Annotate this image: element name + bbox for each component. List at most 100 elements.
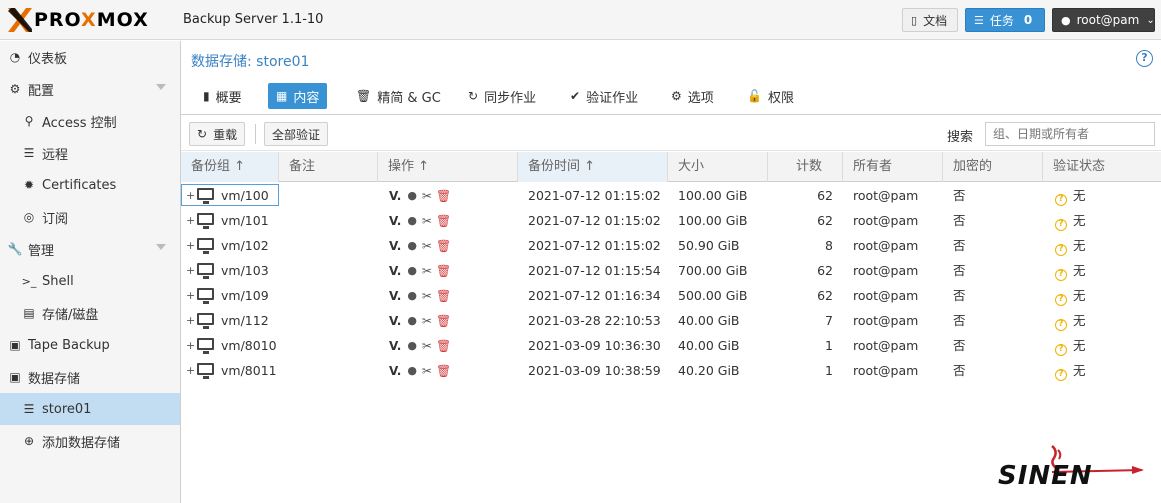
question-icon: ? [1055,269,1067,281]
th-icon: ▦ [276,89,288,103]
col-owner[interactable]: 所有者 [843,152,943,182]
sidebar-item-certificates[interactable]: ✹ Certificates [0,169,180,201]
tab-content[interactable]: ▦ 内容 [268,83,328,109]
verify-action-icon[interactable]: V. [389,364,401,378]
sidebar-item-subscription[interactable]: ◎ 订阅 [0,201,180,233]
sidebar-item-add-datastore[interactable]: ⊕ 添加数据存储 [0,425,180,457]
delete-trash-icon[interactable]: 🗑 [436,289,451,303]
prune-scissors-icon[interactable]: ✂ [422,289,432,303]
table-row[interactable]: + vm/102 V. ● ✂ 🗑 2021-07-12 01:15:02 50.90 GiB… [181,233,1161,258]
col-size[interactable]: 大小 [668,152,768,182]
prune-scissors-icon[interactable]: ✂ [422,189,432,203]
sidebar-item-dashboard[interactable]: ◔ 仪表板 [0,41,180,73]
question-icon: ? [1055,344,1067,356]
table-row[interactable]: + vm/100 V. ● ✂ 🗑 2021-07-12 01:15:02 100.00 Gi… [181,183,1161,208]
delete-trash-icon[interactable]: 🗑 [436,364,451,378]
prune-scissors-icon[interactable]: ✂ [422,339,432,353]
collapse-icon[interactable] [156,244,166,250]
monitor-icon [197,263,214,279]
docs-button[interactable]: ▯ 文档 [902,8,958,32]
sidebar-item-administration[interactable]: 🔧 管理 [0,233,180,265]
book-icon: ▯ [911,13,918,27]
expand-icon[interactable]: + [186,214,195,227]
expand-icon[interactable]: + [186,339,195,352]
change-owner-icon[interactable]: ● [407,264,417,277]
sidebar-item-datastore[interactable]: ▣ 数据存储 [0,361,180,393]
owner-cell: root@pam [853,238,919,253]
verify-action-icon[interactable]: V. [389,214,401,228]
table-row[interactable]: + vm/8011 V. ● ✂ 🗑 2021-03-09 10:38:59 40.20 Gi… [181,358,1161,383]
prune-scissors-icon[interactable]: ✂ [422,214,432,228]
backup-group-cell: vm/109 [221,288,269,303]
tab-sync-jobs[interactable]: ↻ 同步作业 [460,83,544,109]
col-actions[interactable]: 操作 ↑ [378,152,518,182]
col-backup-group[interactable]: 备份组 ↑ [181,152,279,182]
search-input[interactable] [985,122,1155,146]
tab-options[interactable]: ⚙ 选项 [663,83,722,109]
table-row[interactable]: + vm/112 V. ● ✂ 🗑 2021-03-28 22:10:53 40.00 GiB… [181,308,1161,333]
col-count[interactable]: 计数 [768,152,843,182]
expand-icon[interactable]: + [186,264,195,277]
change-owner-icon[interactable]: ● [407,339,417,352]
verify-action-icon[interactable]: V. [389,264,401,278]
verify-state-cell: ? 无 [1055,283,1086,308]
change-owner-icon[interactable]: ● [407,314,417,327]
verify-action-icon[interactable]: V. [389,189,401,203]
verify-action-icon[interactable]: V. [389,239,401,253]
tab-prune-gc[interactable]: 🗑 精简 & GC [348,83,449,109]
sidebar-item-storage-disks[interactable]: ▤ 存储/磁盘 [0,297,180,329]
sidebar-item-store01[interactable]: ☰ store01 [0,393,180,425]
verify-all-button[interactable]: 全部验证 [264,122,329,146]
change-owner-icon[interactable]: ● [407,364,417,377]
help-icon[interactable]: ? [1136,50,1153,67]
prune-scissors-icon[interactable]: ✂ [422,364,432,378]
change-owner-icon[interactable]: ● [407,214,417,227]
verify-action-icon[interactable]: V. [389,339,401,353]
col-encrypted[interactable]: 加密的 [943,152,1043,182]
change-owner-icon[interactable]: ● [407,239,417,252]
verify-action-icon[interactable]: V. [389,314,401,328]
refresh-icon: ↻ [468,89,479,103]
delete-trash-icon[interactable]: 🗑 [436,264,451,278]
table-row[interactable]: + vm/109 V. ● ✂ 🗑 2021-07-12 01:16:34 500.00 Gi… [181,283,1161,308]
delete-trash-icon[interactable]: 🗑 [436,214,451,228]
size-cell: 700.00 GiB [678,263,748,278]
reload-button[interactable]: ↻ 重载 [189,122,246,146]
size-cell: 40.00 GiB [678,313,740,328]
prune-scissors-icon[interactable]: ✂ [422,239,432,253]
user-menu-button[interactable]: ● root@pam ⌄ [1052,8,1155,32]
table-row[interactable]: + vm/103 V. ● ✂ 🗑 2021-07-12 01:15:54 700.00 Gi… [181,258,1161,283]
sidebar-item-shell[interactable]: >_ Shell [0,265,180,297]
table-row[interactable]: + vm/8010 V. ● ✂ 🗑 2021-03-09 10:36:30 40.00 Gi… [181,333,1161,358]
tab-verify-jobs[interactable]: ✔ 验证作业 [562,83,646,109]
expand-icon[interactable]: + [186,314,195,327]
sidebar-item-remotes[interactable]: ☰ 远程 [0,137,180,169]
count-cell: 62 [817,288,833,303]
delete-trash-icon[interactable]: 🗑 [436,314,451,328]
prune-scissors-icon[interactable]: ✂ [422,314,432,328]
tasks-count-badge: 0 [1023,13,1033,27]
table-row[interactable]: + vm/101 V. ● ✂ 🗑 2021-07-12 01:15:02 100.00 Gi… [181,208,1161,233]
tab-permissions[interactable]: 🔓 权限 [739,83,802,109]
expand-icon[interactable]: + [186,289,195,302]
delete-trash-icon[interactable]: 🗑 [436,239,451,253]
col-verify-state[interactable]: 验证状态 [1043,152,1161,182]
sidebar-item-config[interactable]: ⚙ 配置 [0,73,180,105]
delete-trash-icon[interactable]: 🗑 [436,339,451,353]
collapse-icon[interactable] [156,84,166,90]
verify-action-icon[interactable]: V. [389,289,401,303]
expand-icon[interactable]: + [186,364,195,377]
tab-summary[interactable]: ▮ 概要 [195,83,250,109]
encrypted-cell: 否 [953,288,966,303]
change-owner-icon[interactable]: ● [407,289,417,302]
expand-icon[interactable]: + [186,189,195,202]
prune-scissors-icon[interactable]: ✂ [422,264,432,278]
delete-trash-icon[interactable]: 🗑 [436,189,451,203]
expand-icon[interactable]: + [186,239,195,252]
sidebar-item-access-control[interactable]: ⚲ Access 控制 [0,105,180,137]
col-backup-time[interactable]: 备份时间 ↑ [518,152,668,182]
change-owner-icon[interactable]: ● [407,189,417,202]
sidebar-item-tape-backup[interactable]: ▣ Tape Backup [0,329,180,361]
col-comment[interactable]: 备注 [279,152,378,182]
tasks-button[interactable]: ☰ 任务 0 [965,8,1045,32]
